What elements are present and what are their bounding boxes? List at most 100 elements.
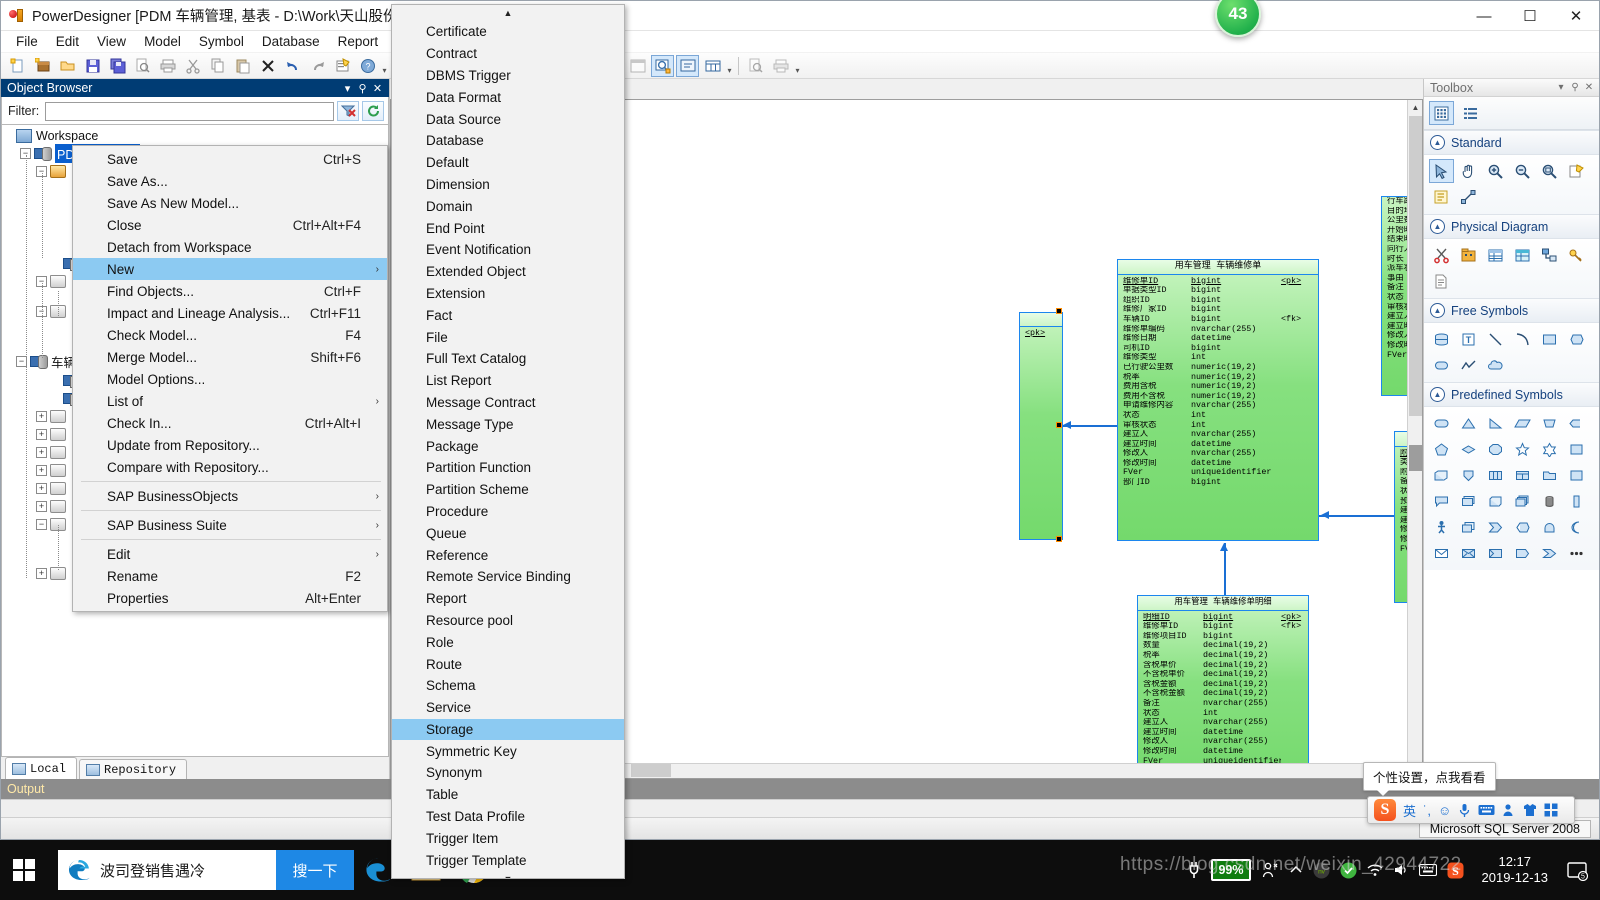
info-icon[interactable] [1564,489,1589,513]
submenu-item-symmetric-key[interactable]: Symmetric Key [392,740,624,762]
box-icon[interactable] [1564,463,1589,487]
tree-node-11[interactable]: + [36,444,70,461]
chevron-up-icon[interactable]: ▲ [1430,387,1445,402]
arc-icon[interactable] [1510,327,1535,351]
browser-icon[interactable] [651,54,674,77]
paste-icon[interactable] [231,55,254,77]
star6-icon[interactable] [1537,437,1562,461]
oval-icon[interactable] [1429,411,1454,435]
toolbar-overflow-3[interactable]: ▾ [725,55,734,77]
submenu-item-extension[interactable]: Extension [392,283,624,305]
toolbox-section-predefined[interactable]: ▲ Predefined Symbols [1424,382,1599,407]
submenu-item-queue[interactable]: Queue [392,522,624,544]
submenu-item-route[interactable]: Route [392,653,624,675]
tree-expander-12[interactable]: + [36,465,47,476]
ime-emoji[interactable]: ☺ [1438,803,1451,818]
tree-expander-14[interactable]: + [36,501,47,512]
tree-expander-10[interactable]: + [36,429,47,440]
apps-icon[interactable] [1544,803,1558,817]
chevron-icon[interactable] [1564,411,1589,435]
close-icon[interactable]: ✕ [1582,82,1596,93]
undo-icon[interactable] [281,55,304,77]
window-icon[interactable] [1510,463,1535,487]
context-menu-item-sap-business-suite[interactable]: SAP Business Suite › [73,514,387,536]
table-icon[interactable] [1483,243,1508,267]
envelope-icon[interactable] [1429,541,1454,565]
submenu-item-procedure[interactable]: Procedure [392,501,624,523]
rectangle-icon[interactable] [1537,327,1562,351]
folder-shape-icon[interactable] [1537,463,1562,487]
toolbox-section-free[interactable]: ▲ Free Symbols [1424,298,1599,323]
tree-node-16[interactable]: + [36,565,70,582]
chevron-up-icon[interactable]: ▲ [1430,303,1445,318]
polyline-icon[interactable] [1456,353,1481,377]
cut-icon[interactable] [181,55,204,77]
context-menu-item-save[interactable]: Save Ctrl+S [73,148,387,170]
right-triangle-icon[interactable] [1483,411,1508,435]
square-icon[interactable] [1564,437,1589,461]
network-icon[interactable] [1367,863,1383,877]
clear-filter-icon[interactable] [337,101,359,121]
page-corner-icon[interactable] [1483,541,1508,565]
submenu-item-list-report[interactable]: List Report [392,370,624,392]
action-center-icon[interactable]: 5 [1566,859,1592,881]
people-icon[interactable] [1261,861,1279,879]
tree-node-15[interactable]: − [36,516,70,533]
submenu-item-package[interactable]: Package [392,435,624,457]
zoom-in-icon[interactable] [1483,159,1508,183]
preview-icon[interactable] [744,55,767,77]
cloud-icon[interactable] [1483,353,1508,377]
volume-icon[interactable] [1393,863,1409,877]
chevron-down-icon[interactable]: ▾ [340,82,355,95]
context-menu-item-model-options[interactable]: Model Options... [73,368,387,390]
parallelogram-icon[interactable] [1510,411,1535,435]
tree-node-10[interactable]: + [36,426,70,443]
submenu-scroll-up[interactable]: ▲ [392,5,624,21]
submenu-item-remote-service-binding[interactable]: Remote Service Binding [392,566,624,588]
shield-green-icon[interactable] [1340,862,1357,879]
pin-icon[interactable]: ⚲ [355,82,370,95]
submenu-item-event-notification[interactable]: Event Notification [392,239,624,261]
submenu-item-message-type[interactable]: Message Type [392,413,624,435]
print-icon[interactable] [156,55,179,77]
hexagon-icon[interactable] [1564,327,1589,351]
hand-icon[interactable] [1456,159,1481,183]
stack-icon[interactable] [1456,489,1481,513]
keyboard-icon[interactable] [1418,864,1437,876]
context-menu-item-merge-model[interactable]: Merge Model... Shift+F6 [73,346,387,368]
menu-database[interactable]: Database [253,32,329,51]
submenu-item-service[interactable]: Service [392,697,624,719]
note-icon[interactable] [1429,185,1454,209]
toolbar-overflow-1[interactable]: ▾ [380,55,389,77]
tree-expander-13[interactable]: + [36,483,47,494]
reference-icon[interactable] [1537,243,1562,267]
tree-node-13[interactable]: + [36,480,70,497]
context-menu-item-update-from-repository[interactable]: Update from Repository... [73,434,387,456]
scroll-up-icon[interactable]: ▲ [1408,100,1422,115]
scissors-icon[interactable] [1429,243,1454,267]
chevron-up-icon[interactable]: ▲ [1430,219,1445,234]
taskbar-search[interactable]: 波司登销售遇冷 搜一下 [58,850,354,890]
star4-icon[interactable] [1510,437,1535,461]
print2-icon[interactable] [769,55,792,77]
toolbox-section-standard[interactable]: ▲ Standard [1424,130,1599,155]
package-icon[interactable] [1456,243,1481,267]
callout-icon[interactable] [1429,489,1454,513]
shield-icon[interactable] [1456,463,1481,487]
vscroll-thumb[interactable] [1409,116,1422,416]
context-menu-item-save-as-new-model[interactable]: Save As New Model... [73,192,387,214]
user-icon[interactable] [1502,803,1516,817]
grid-view-icon[interactable] [1429,101,1454,125]
list-view-icon[interactable] [1458,101,1483,125]
submenu-item-synonym[interactable]: Synonym [392,762,624,784]
open-icon[interactable] [56,55,79,77]
flag-icon[interactable] [1510,515,1535,539]
submenu-item-reference[interactable]: Reference [392,544,624,566]
new-icon[interactable] [6,55,29,77]
filter-input[interactable] [45,101,334,121]
ime-lang[interactable]: 英 [1403,801,1416,820]
print-preview-icon[interactable] [131,55,154,77]
tag-icon[interactable] [1510,541,1535,565]
submenu-item-test-data-profile[interactable]: Test Data Profile [392,806,624,828]
column3-icon[interactable] [1483,463,1508,487]
